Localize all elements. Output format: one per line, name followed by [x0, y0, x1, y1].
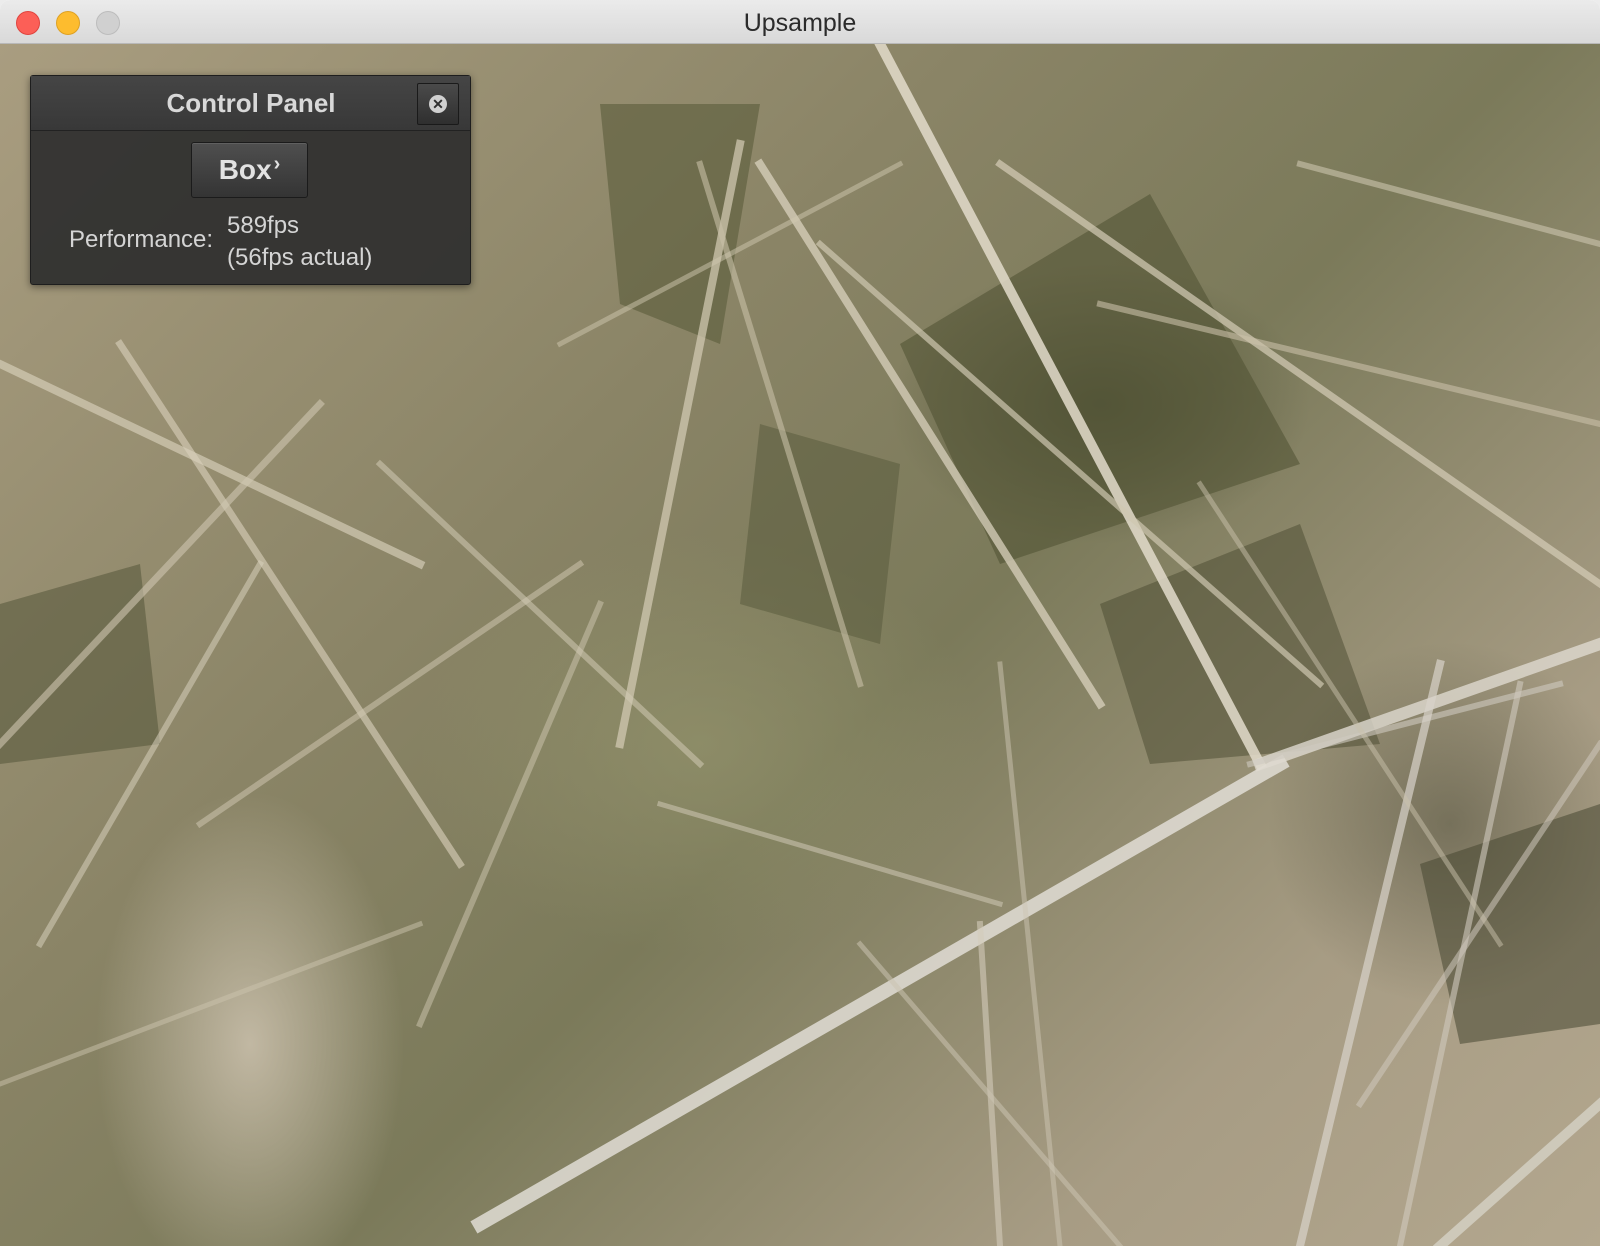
- control-panel: Control Panel ✕ Box › Performance: 589fp…: [30, 75, 471, 285]
- app-window: Upsample Control Panel ✕ Box › Performan…: [0, 0, 1600, 1246]
- performance-label: Performance:: [69, 226, 214, 253]
- control-panel-title: Control Panel: [166, 88, 336, 118]
- close-circle-icon: ✕: [429, 95, 447, 113]
- upsample-mode-button[interactable]: Box ›: [191, 142, 308, 198]
- control-panel-header[interactable]: Control Panel ✕: [31, 76, 470, 131]
- chevron-right-icon: ›: [273, 152, 281, 175]
- performance-fps: 589fps: [227, 212, 300, 239]
- window-title: Upsample: [743, 9, 857, 37]
- performance-actual-fps: (56fps actual): [227, 244, 373, 271]
- title-bar[interactable]: Upsample: [0, 0, 1600, 44]
- performance-value: 589fps (56fps actual): [227, 210, 372, 274]
- upsample-mode-label: Box: [218, 154, 272, 185]
- control-panel-close-button[interactable]: ✕: [417, 83, 459, 125]
